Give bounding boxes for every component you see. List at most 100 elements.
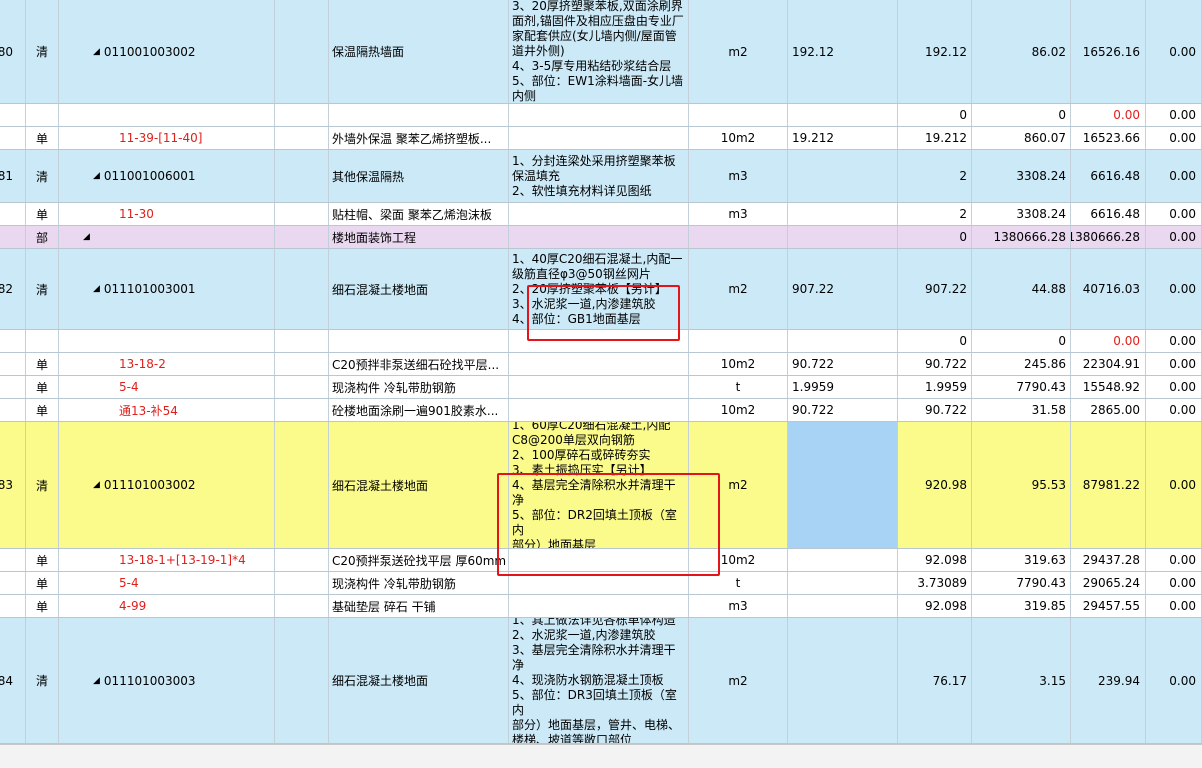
unit-price[interactable]: 0	[972, 330, 1071, 352]
total-price[interactable]: 1380666.28	[1071, 226, 1146, 248]
table-row[interactable]: 单 5-4 现浇构件 冷轧带肋钢筋 t 1.9959 1.9959 7790.43 15548…	[0, 376, 1202, 399]
item-description[interactable]: 1、其上做法详见各栋单体构造 2、水泥浆一道,内渗建筑胶 3、基层完全清除积水并清理…	[509, 618, 689, 743]
item-name[interactable]: 其他保温隔热	[329, 150, 509, 202]
quantity-expression[interactable]	[788, 618, 898, 743]
table-row[interactable]: 部 ◢ 楼地面装饰工程 0 1380666.28 1380666.28 0.00	[0, 226, 1202, 249]
item-name[interactable]: C20预拌泵送砼找平层 厚60mm	[329, 549, 509, 571]
item-name[interactable]: 楼地面装饰工程	[329, 226, 509, 248]
item-code-cell[interactable]: ◢ 011101003002	[59, 422, 275, 548]
unit[interactable]: m2	[689, 422, 788, 548]
extra-amount[interactable]: 0.00	[1146, 572, 1202, 594]
table-row[interactable]: 0 0 0.00 0.00	[0, 330, 1202, 353]
quantity[interactable]: 3.73089	[898, 572, 972, 594]
unit-price[interactable]: 3308.24	[972, 150, 1071, 202]
collapse-triangle-icon[interactable]: ◢	[93, 171, 100, 181]
item-description[interactable]	[509, 549, 689, 571]
unit-price[interactable]: 31.58	[972, 399, 1071, 421]
quantity-expression[interactable]	[788, 330, 898, 352]
item-code-cell[interactable]: 11-39-[11-40]	[59, 127, 275, 149]
total-price[interactable]: 40716.03	[1071, 249, 1146, 329]
item-name[interactable]: 现浇构件 冷轧带肋钢筋	[329, 376, 509, 398]
table-row[interactable]: 0 0 0.00 0.00	[0, 104, 1202, 127]
unit[interactable]: t	[689, 376, 788, 398]
table-row[interactable]: 83清◢011101003002细石混凝土楼地面1、60厚C20细石混凝土,内配…	[0, 422, 1202, 549]
unit-price[interactable]: 319.63	[972, 549, 1071, 571]
unit-price[interactable]: 7790.43	[972, 376, 1071, 398]
item-name[interactable]: 细石混凝土楼地面	[329, 249, 509, 329]
unit[interactable]: m2	[689, 618, 788, 743]
item-code-cell[interactable]: 4-99	[59, 595, 275, 617]
unit[interactable]: 10m2	[689, 353, 788, 375]
item-description[interactable]: 1、60厚C20细石混凝土,内配 C8@200单层双向钢筋 2、100厚碎石或碎砖夯…	[509, 422, 689, 548]
quantity[interactable]: 0	[898, 104, 972, 126]
item-description[interactable]: 1、分封连梁处采用挤塑聚苯板 保温填充 2、软性填充材料详见图纸	[509, 150, 689, 202]
unit[interactable]	[689, 104, 788, 126]
extra-amount[interactable]: 0.00	[1146, 203, 1202, 225]
extra-amount[interactable]: 0.00	[1146, 399, 1202, 421]
quantity-expression[interactable]: 192.12	[788, 0, 898, 103]
quantity-expression[interactable]	[788, 203, 898, 225]
total-price[interactable]: 15548.92	[1071, 376, 1146, 398]
unit-price[interactable]: 319.85	[972, 595, 1071, 617]
item-name[interactable]: 基础垫层 碎石 干铺	[329, 595, 509, 617]
collapse-triangle-icon[interactable]: ◢	[93, 47, 100, 57]
item-description[interactable]	[509, 226, 689, 248]
quantity-expression[interactable]	[788, 422, 898, 548]
unit[interactable]: m3	[689, 150, 788, 202]
quantity[interactable]: 920.98	[898, 422, 972, 548]
total-price[interactable]: 0.00	[1071, 104, 1146, 126]
table-row[interactable]: 84清◢011101003003细石混凝土楼地面1、其上做法详见各栋单体构造2、…	[0, 618, 1202, 744]
total-price[interactable]: 16523.66	[1071, 127, 1146, 149]
collapse-triangle-icon[interactable]: ◢	[93, 480, 100, 490]
quantity[interactable]: 92.098	[898, 549, 972, 571]
item-code-cell[interactable]: ◢ 011101003001	[59, 249, 275, 329]
item-description[interactable]	[509, 353, 689, 375]
extra-amount[interactable]: 0.00	[1146, 127, 1202, 149]
item-name[interactable]: 细石混凝土楼地面	[329, 422, 509, 548]
item-code-cell[interactable]: 5-4	[59, 572, 275, 594]
total-price[interactable]: 87981.22	[1071, 422, 1146, 548]
item-description[interactable]: 1、40厚C20细石混凝土,内配一 级筋直径φ3@50钢丝网片 2、20厚挤塑聚苯板…	[509, 249, 689, 329]
item-code-cell[interactable]: ◢	[59, 226, 275, 248]
quantity[interactable]: 907.22	[898, 249, 972, 329]
quantity[interactable]: 19.212	[898, 127, 972, 149]
total-price[interactable]: 0.00	[1071, 330, 1146, 352]
item-description[interactable]	[509, 572, 689, 594]
item-name[interactable]: 细石混凝土楼地面	[329, 618, 509, 743]
quantity-expression[interactable]	[788, 104, 898, 126]
extra-amount[interactable]: 0.00	[1146, 330, 1202, 352]
quantity[interactable]: 90.722	[898, 399, 972, 421]
extra-amount[interactable]: 0.00	[1146, 422, 1202, 548]
extra-amount[interactable]: 0.00	[1146, 150, 1202, 202]
extra-amount[interactable]: 0.00	[1146, 104, 1202, 126]
unit-price[interactable]: 86.02	[972, 0, 1071, 103]
total-price[interactable]: 29437.28	[1071, 549, 1146, 571]
unit[interactable]: m2	[689, 249, 788, 329]
quantity[interactable]: 2	[898, 150, 972, 202]
item-code-cell[interactable]: 13-18-2	[59, 353, 275, 375]
unit[interactable]: 10m2	[689, 399, 788, 421]
total-price[interactable]: 22304.91	[1071, 353, 1146, 375]
item-code-cell[interactable]: 13-18-1+[13-19-1]*4	[59, 549, 275, 571]
unit-price[interactable]: 95.53	[972, 422, 1071, 548]
item-description[interactable]	[509, 203, 689, 225]
extra-amount[interactable]: 0.00	[1146, 549, 1202, 571]
collapse-triangle-icon[interactable]: ◢	[83, 232, 90, 242]
quantity-expression[interactable]: 907.22	[788, 249, 898, 329]
item-description[interactable]	[509, 595, 689, 617]
table-row[interactable]: 单通13-补54 砼楼地面涂刷一遍901胶素水... 10m2 90.722 90.72…	[0, 399, 1202, 422]
quantity-expression[interactable]: 90.722	[788, 399, 898, 421]
quantity[interactable]: 92.098	[898, 595, 972, 617]
item-description[interactable]	[509, 127, 689, 149]
unit-price[interactable]: 7790.43	[972, 572, 1071, 594]
unit-price[interactable]: 3.15	[972, 618, 1071, 743]
quantity-expression[interactable]	[788, 549, 898, 571]
horizontal-scrollbar[interactable]	[0, 744, 1202, 768]
total-price[interactable]: 29065.24	[1071, 572, 1146, 594]
item-code-cell[interactable]: 11-30	[59, 203, 275, 225]
total-price[interactable]: 6616.48	[1071, 203, 1146, 225]
table-row[interactable]: 单 4-99 基础垫层 碎石 干铺 m3 92.098 319.85 29457.55 0.0…	[0, 595, 1202, 618]
quantity-expression[interactable]	[788, 572, 898, 594]
quantity-expression[interactable]	[788, 150, 898, 202]
total-price[interactable]: 6616.48	[1071, 150, 1146, 202]
